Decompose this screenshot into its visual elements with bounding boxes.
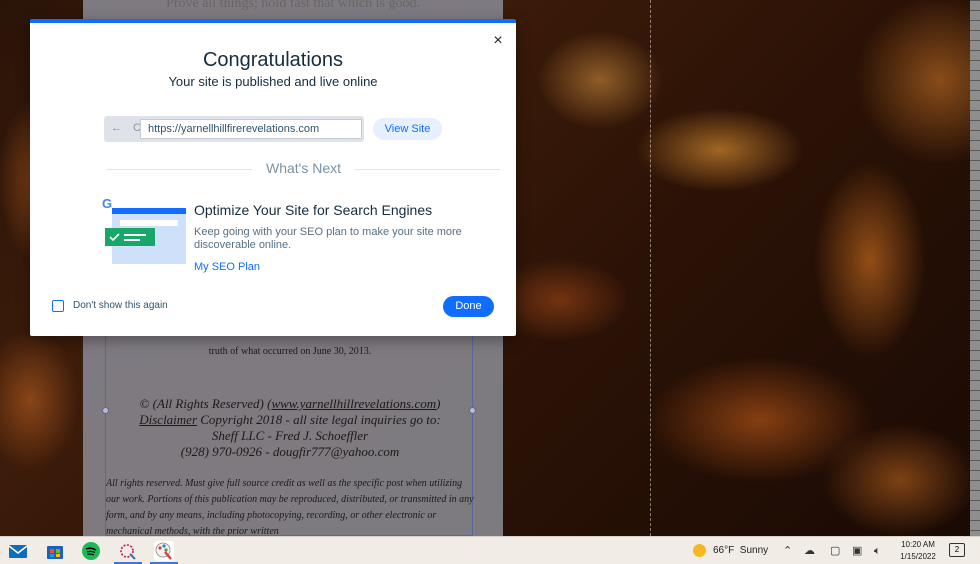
speaker-icon[interactable]: 🔈︎ bbox=[874, 544, 881, 558]
system-clock[interactable]: 10:20 AM 1/15/2022 bbox=[893, 539, 943, 563]
network-icon[interactable]: ▣ bbox=[852, 544, 862, 558]
view-site-button[interactable]: View Site bbox=[373, 118, 442, 140]
seo-description: Keep going with your SEO plan to make yo… bbox=[194, 226, 462, 251]
store-icon[interactable] bbox=[45, 541, 65, 561]
dialog-subtitle: Your site is published and live online bbox=[168, 74, 378, 89]
seo-illustration-icon: G bbox=[102, 196, 186, 264]
site-motto: Prove all things; hold fast that which i… bbox=[166, 0, 420, 11]
windows-taskbar: 66°F Sunny ⌃ ☁ ▢ ▣ 🔈︎ 10:20 AM 1/15/2022… bbox=[0, 536, 980, 564]
notification-icon[interactable]: 2 bbox=[949, 543, 965, 557]
copyright-line-3: Sheff LLC - Fred J. Schoeffler bbox=[211, 428, 369, 443]
disclaimer-link[interactable]: Disclaimer bbox=[139, 412, 197, 427]
dialog-title: Congratulations bbox=[202, 49, 344, 71]
copyright-line-2: Disclaimer Copyright 2018 - all site leg… bbox=[139, 412, 441, 427]
publish-success-dialog: × Congratulations Your site is published… bbox=[30, 19, 516, 336]
meet-now-icon[interactable]: ▢ bbox=[830, 544, 840, 558]
dont-show-label: Don't show this again bbox=[73, 300, 168, 311]
date-line: truth of what occurred on June 30, 2013. bbox=[208, 346, 372, 357]
seo-title: Optimize Your Site for Search Engines bbox=[194, 202, 433, 218]
rights-paragraph: All rights reserved. Must give full sour… bbox=[106, 478, 474, 537]
google-g-icon: G bbox=[102, 196, 112, 211]
clock-time: 10:20 AM bbox=[901, 540, 935, 549]
chevron-up-icon[interactable]: ⌃ bbox=[783, 544, 792, 558]
done-button[interactable]: Done bbox=[443, 296, 494, 317]
divider-left bbox=[106, 169, 252, 170]
browser-mockup: ← C https://yarnellhillfirerevelations.c… bbox=[104, 116, 364, 142]
site-url-field[interactable]: https://yarnellhillfirerevelations.com bbox=[140, 119, 362, 139]
selected-text-box[interactable]: truth of what occurred on June 30, 2013.… bbox=[102, 335, 476, 537]
snipping-tool-icon[interactable] bbox=[118, 541, 138, 561]
my-seo-plan-link[interactable]: My SEO Plan bbox=[194, 261, 260, 273]
cloud-icon[interactable]: ☁ bbox=[804, 544, 815, 558]
close-icon[interactable]: × bbox=[490, 33, 506, 49]
mail-icon[interactable] bbox=[8, 541, 28, 561]
site-link[interactable]: www.yarnellhillrevelations.com bbox=[271, 396, 436, 411]
divider-right bbox=[355, 169, 500, 170]
clock-date: 1/15/2022 bbox=[900, 552, 936, 561]
paint-icon[interactable] bbox=[154, 541, 174, 561]
copyright-block: © (All Rights Reserved) (www.yarnellhill… bbox=[106, 396, 474, 460]
spotify-icon[interactable] bbox=[81, 541, 101, 561]
whats-next-heading: What's Next bbox=[265, 160, 342, 176]
sun-icon[interactable] bbox=[693, 544, 706, 557]
weather-widget[interactable]: 66°F Sunny bbox=[713, 545, 768, 556]
copyright-line-4: (928) 970-0926 - dougfir777@yahoo.com bbox=[180, 444, 400, 459]
copyright-line-1: © (All Rights Reserved) (www.yarnellhill… bbox=[139, 396, 441, 411]
editor-ruler[interactable] bbox=[970, 0, 980, 536]
dont-show-checkbox[interactable] bbox=[52, 300, 64, 312]
editor-guide-line bbox=[650, 0, 651, 536]
